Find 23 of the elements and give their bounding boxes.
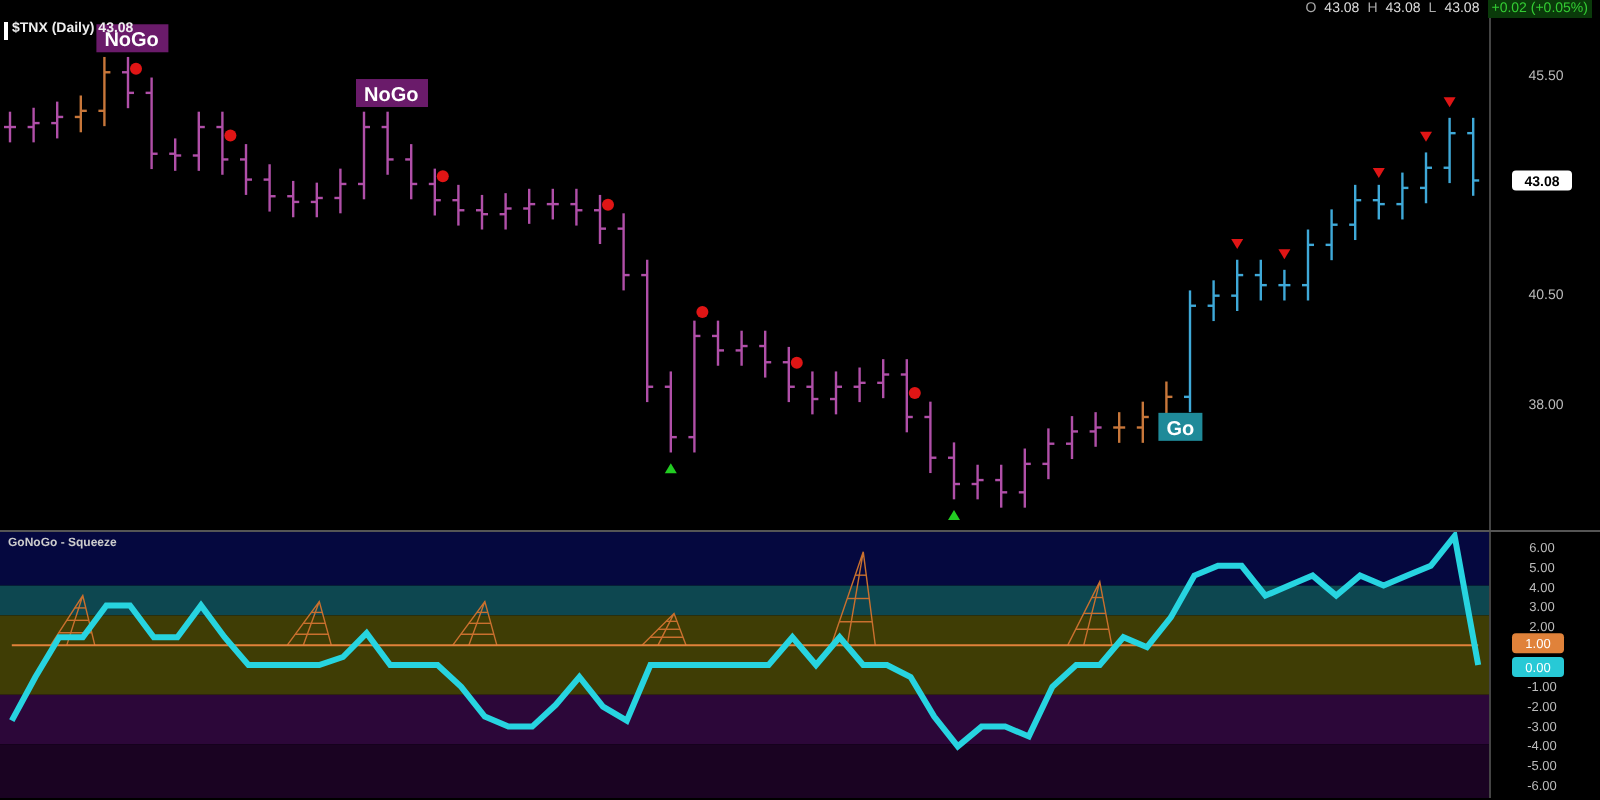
down-triangle-marker: [1372, 168, 1385, 179]
signal-dot: [602, 198, 614, 211]
signal-dot: [130, 62, 142, 75]
signal-dot: [436, 170, 449, 183]
squeeze-hatch-drawing: [50, 593, 96, 646]
down-triangle-marker: [1443, 97, 1456, 108]
squeeze-hatch-drawing: [1067, 579, 1113, 646]
series-marker-icon: [4, 21, 8, 40]
down-triangle-marker: [1278, 249, 1291, 260]
squeeze-hatch-drawing: [452, 599, 498, 646]
squeeze-hatch-drawing: [641, 612, 687, 646]
down-triangle-marker: [1420, 131, 1432, 142]
signal-dot: [224, 129, 237, 142]
down-triangle-marker: [1231, 239, 1244, 250]
squeeze-hatch-drawing: [830, 551, 876, 646]
up-triangle-marker: [948, 510, 960, 520]
squeeze-hatch-drawing: [286, 599, 332, 646]
signal-dot: [696, 305, 709, 318]
signal-dot: [790, 356, 803, 369]
up-triangle-marker: [664, 463, 677, 474]
signal-tag: NoGo: [356, 79, 428, 107]
signal-dot: [908, 387, 921, 399]
signal-tag: Go: [1158, 412, 1203, 441]
